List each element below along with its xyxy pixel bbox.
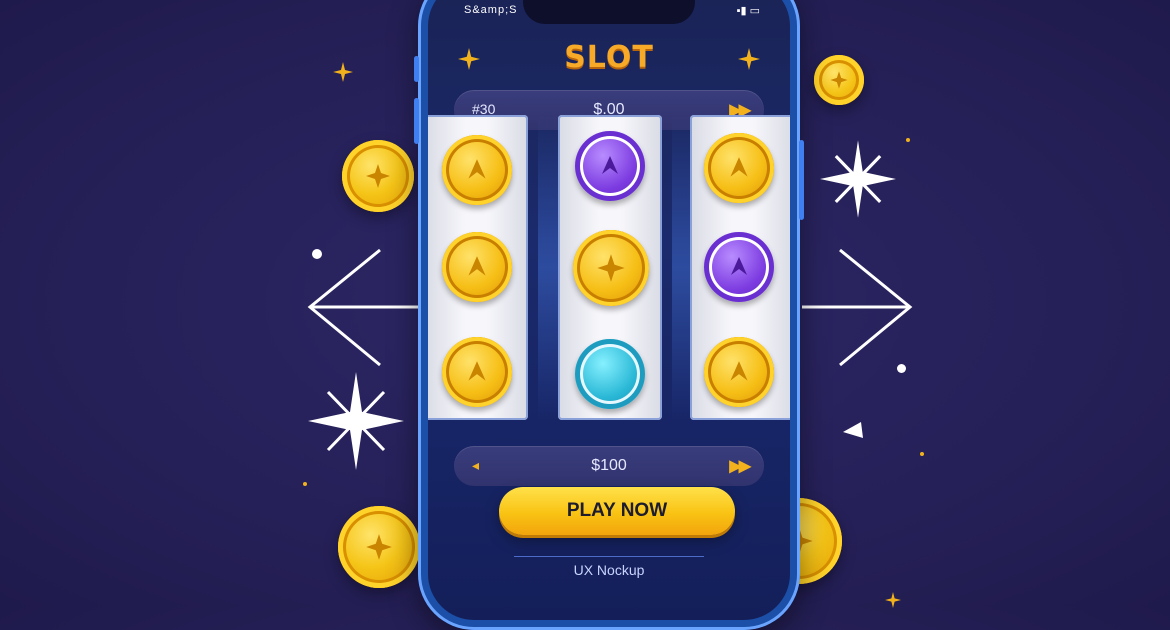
gold-coin-symbol: [442, 135, 512, 205]
gold-coin-symbol: [442, 232, 512, 302]
sparkle-icon: [333, 62, 353, 82]
dot-decoration: [906, 138, 910, 142]
shard-icon: [843, 422, 863, 438]
play-now-button[interactable]: PLAY NOW: [499, 487, 735, 535]
app-title: SLOT: [564, 40, 654, 75]
phone-notch: [523, 0, 695, 24]
gold-coin-symbol: [442, 337, 512, 407]
reel-3: [690, 115, 790, 420]
dot-decoration: [920, 452, 924, 456]
side-button: [799, 140, 804, 220]
sparkle-icon: [738, 48, 760, 70]
left-arrow-icon: [307, 248, 418, 367]
gold-coin-symbol: [704, 133, 774, 203]
dot-decoration: [897, 364, 906, 373]
dot-decoration: [303, 482, 307, 486]
sparkle-icon: [308, 372, 404, 470]
gold-coin-decoration-right-top: [814, 55, 864, 105]
purple-chip-symbol: [704, 232, 774, 302]
footer-caption: UX Nockup: [573, 562, 645, 578]
right-arrow-icon: [802, 248, 913, 367]
teal-chip-symbol: [575, 339, 645, 409]
slot-reels: [428, 115, 790, 425]
phone-frame: S&amp;S ▪▮ ▭ SLOT #30 $.00 ▶▶ ◂ $100 ▶▶ …: [414, 0, 804, 630]
reel-1: [428, 115, 528, 420]
dot-decoration: [312, 249, 322, 259]
sparkle-icon: [820, 140, 896, 218]
win-bar: ◂ $100 ▶▶: [454, 446, 764, 486]
gold-coin-symbol: [704, 337, 774, 407]
reel-divider: [538, 115, 558, 420]
footer-divider: [514, 556, 704, 557]
win-amount: $100: [591, 457, 627, 474]
reel-2: [558, 115, 662, 420]
status-bar-left: S&amp;S: [464, 4, 518, 16]
gold-coin-decoration-left-bottom: [338, 506, 420, 588]
gold-coin-symbol: [573, 230, 649, 306]
purple-chip-symbol: [575, 131, 645, 201]
win-increase-button[interactable]: ▶▶: [729, 456, 751, 476]
app-screen: S&amp;S ▪▮ ▭ SLOT #30 $.00 ▶▶ ◂ $100 ▶▶ …: [428, 0, 790, 620]
title-row: SLOT: [428, 40, 790, 80]
side-button: [414, 56, 419, 82]
side-button: [414, 98, 419, 144]
gold-coin-decoration-left-top: [342, 140, 414, 212]
status-bar-right: ▪▮ ▭: [736, 5, 760, 17]
reel-divider: [672, 115, 692, 420]
